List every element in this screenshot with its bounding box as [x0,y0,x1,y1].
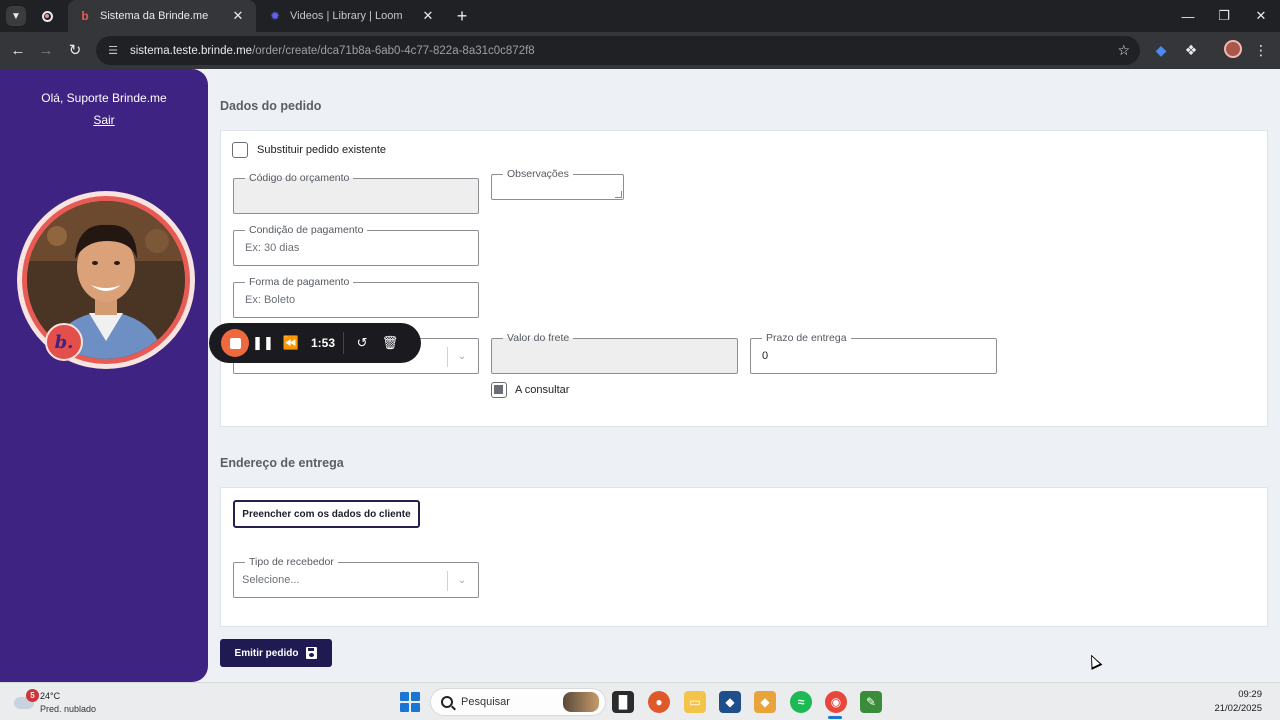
brinde-logo-badge: b. [45,323,83,361]
loom-recorder-controls: ❚❚ ⏪ 1:53 ↺ 🗑 [209,323,421,363]
clock-date: 21/02/2025 [1214,703,1262,714]
order-card [220,130,1268,427]
notepad-app-icon[interactable]: ✎ [860,691,882,713]
budget-code-label: Código do orçamento [245,171,354,185]
payment-method-placeholder: Ex: Boleto [245,294,296,306]
sidebar: Olá, Suporte Brinde.me Sair b. [0,69,208,682]
system-clock[interactable]: 09:29 21/02/2025 [1214,688,1262,716]
active-app-indicator [828,716,842,719]
terminal-app-icon[interactable]: █ [612,691,634,713]
chrome-icon[interactable]: ◉ [825,691,847,713]
user-avatar: b. [17,191,195,369]
budget-code-field[interactable]: Código do orçamento [233,171,479,214]
logout-link[interactable]: Sair [0,113,208,127]
trash-icon[interactable]: 🗑 [376,329,404,357]
address-bar[interactable]: ☰ sistema.teste.brinde.me/order/create/d… [96,36,1140,65]
taskbar-search-placeholder: Pesquisar [461,696,510,708]
app-launcher-icon[interactable]: ◆ [754,691,776,713]
window-close-icon[interactable]: ✕ [1243,0,1279,32]
firefox-icon[interactable]: ● [648,691,670,713]
address-section-title: Endereço de entrega [220,456,344,470]
clock-time: 09:29 [1238,689,1262,700]
tab-loom[interactable]: ✹ Videos | Library | Loom ✕ [258,0,446,32]
new-tab-button[interactable]: + [452,6,472,26]
minimize-icon[interactable]: — [1170,0,1206,32]
tab-title: Videos | Library | Loom [290,10,403,22]
receiver-type-label: Tipo de recebedor [245,555,338,569]
search-highlight-image [563,692,599,712]
select-divider [447,347,448,367]
replace-order-label: Substituir pedido existente [257,144,387,156]
page-content: Olá, Suporte Brinde.me Sair b. Dados do … [0,69,1280,682]
weather-temperature: 24°C [40,691,61,701]
delivery-time-field[interactable]: Prazo de entrega 0 [750,331,997,374]
taskbar: 5 24°C Pred. nublado Pesquisar █ ● ▭ ◆ ◆… [0,682,1280,720]
recording-timer: 1:53 [311,336,336,350]
bookmark-star-icon[interactable]: ☆ [1117,42,1130,59]
loom-favicon-icon: ✹ [269,9,281,23]
fill-client-data-button[interactable]: Preencher com os dados do cliente [233,500,420,528]
submit-order-label: Emitir pedido [234,647,299,659]
weather-widget[interactable]: 5 24°C Pred. nublado [14,689,114,717]
browser-tabstrip: ▼ b Sistema da Brinde.me ✕ ✹ Videos | Li… [0,0,1280,32]
consult-label: A consultar [515,384,570,396]
chevron-down-icon[interactable]: ⌄ [455,573,469,587]
resize-handle-icon[interactable] [615,191,622,198]
tab-title: Sistema da Brinde.me [100,10,209,22]
site-info-icon[interactable]: ☰ [106,44,120,58]
delivery-time-label: Prazo de entrega [762,331,851,345]
tag-extension-icon[interactable]: ◆ [1151,40,1171,60]
tab-brinde[interactable]: b Sistema da Brinde.me ✕ [68,0,256,32]
windows-start-icon[interactable] [400,692,420,712]
back-arrow-icon[interactable]: ← [7,39,29,61]
taskbar-search[interactable]: Pesquisar [430,688,606,716]
weather-description: Pred. nublado [40,704,97,714]
file-explorer-icon[interactable]: ▭ [684,691,706,713]
restore-icon[interactable]: ❐ [1206,0,1242,32]
stop-recording-button[interactable] [221,329,249,357]
payment-method-field[interactable]: Forma de pagamento Ex: Boleto [233,275,479,318]
replace-order-checkbox[interactable] [232,142,248,158]
submit-order-button[interactable]: Emitir pedido [220,639,332,667]
freight-value-label: Valor do frete [503,331,574,345]
code-editor-icon[interactable]: ◆ [719,691,741,713]
delivery-time-value: 0 [762,350,769,362]
rewind-icon[interactable]: ⏪ [277,329,305,357]
order-section-title: Dados do pedido [220,99,322,113]
more-menu-icon[interactable]: ⋮ [1251,40,1271,60]
freight-value-field[interactable]: Valor do frete [491,331,738,374]
payment-condition-label: Condição de pagamento [245,223,368,237]
search-icon [441,696,453,708]
notes-label: Observações [503,167,573,181]
extensions-puzzle-icon[interactable]: ❖ [1181,40,1201,60]
notes-textarea[interactable]: Observações [491,167,624,200]
close-icon[interactable]: ✕ [420,8,436,24]
pause-icon[interactable]: ❚❚ [249,329,277,357]
receiver-type-select[interactable]: Tipo de recebedor Selecione... ⌄ [233,555,479,598]
weather-notification-badge: 5 [26,689,39,702]
select-divider [447,571,448,591]
forward-arrow-icon[interactable]: → [35,39,57,61]
brinde-favicon-icon: b [81,9,89,23]
payment-condition-field[interactable]: Condição de pagamento Ex: 30 dias [233,223,479,266]
mouse-cursor-icon [1085,652,1103,670]
profile-avatar[interactable] [1224,40,1242,58]
restart-icon[interactable]: ↺ [348,329,376,357]
consult-checkbox[interactable] [491,382,507,398]
spotify-icon[interactable]: ≈ [790,691,812,713]
reload-icon[interactable]: ↻ [64,39,86,61]
recording-indicator-icon[interactable] [38,8,56,24]
receiver-type-placeholder: Selecione... [242,574,300,586]
chevron-down-icon[interactable]: ⌄ [455,349,469,363]
close-icon[interactable]: ✕ [230,8,246,24]
payment-method-label: Forma de pagamento [245,275,354,289]
tab-search-icon[interactable]: ▼ [6,6,26,26]
user-greeting: Olá, Suporte Brinde.me [41,91,167,105]
save-icon [306,647,318,659]
url-text: sistema.teste.brinde.me/order/create/dca… [130,44,535,57]
payment-condition-placeholder: Ex: 30 dias [245,242,300,254]
browser-toolbar: ← → ↻ ☰ sistema.teste.brinde.me/order/cr… [0,32,1280,69]
recorder-divider [343,332,345,354]
